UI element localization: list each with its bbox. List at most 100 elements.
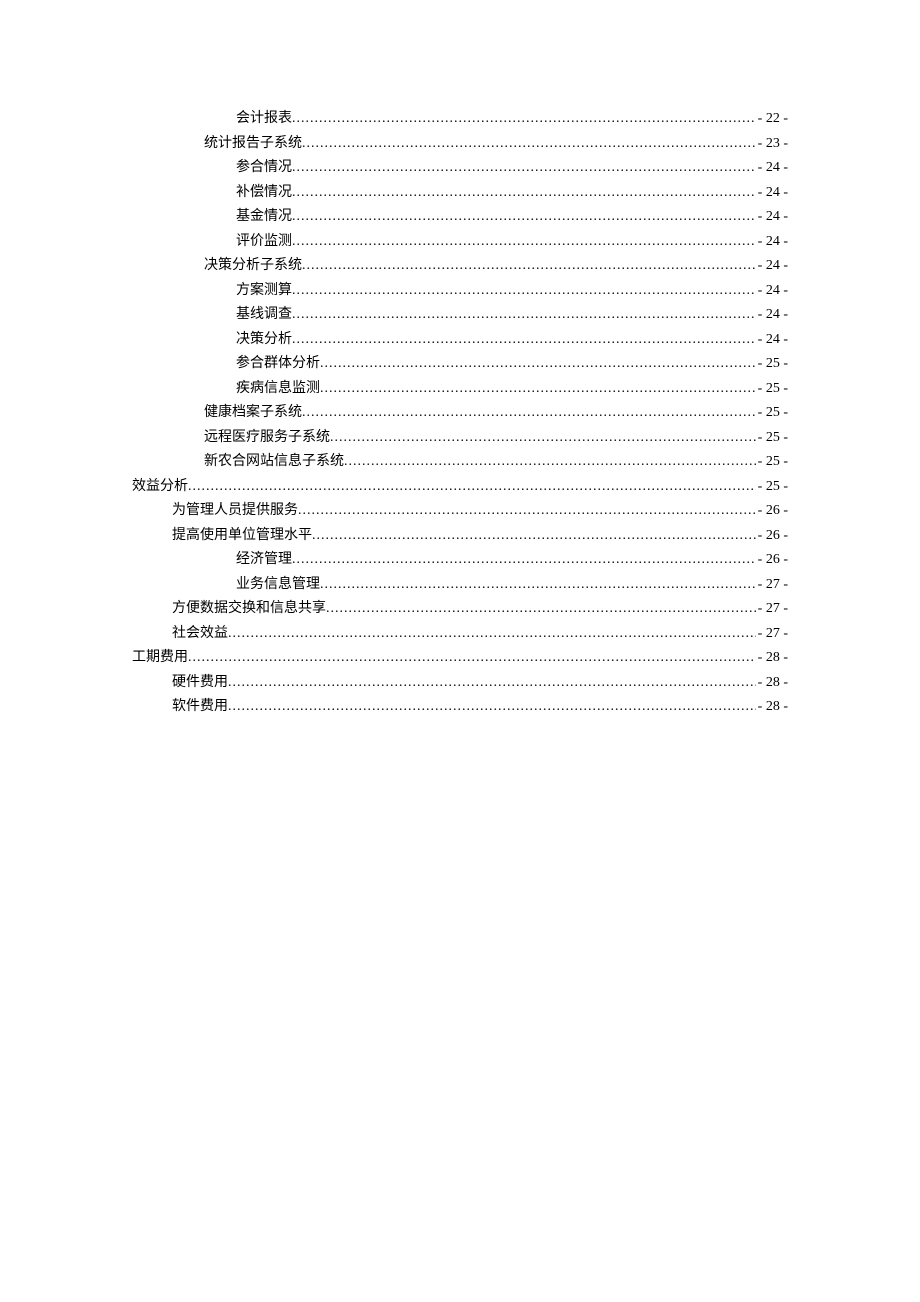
toc-leader-dots <box>188 480 756 494</box>
toc-leader-dots <box>292 210 756 224</box>
toc-entry: 健康档案子系统 - 25 - <box>132 406 788 420</box>
toc-entry: 参合群体分析 - 25 - <box>132 357 788 371</box>
toc-leader-dots <box>320 357 756 371</box>
toc-entry-page: - 27 - <box>756 578 788 592</box>
toc-entry: 工期费用 - 28 - <box>132 651 788 665</box>
toc-entry-title: 参合群体分析 <box>236 357 320 371</box>
toc-leader-dots <box>228 627 756 641</box>
toc-entry: 硬件费用 - 28 - <box>132 676 788 690</box>
toc-leader-dots <box>302 406 756 420</box>
toc-entry-title: 工期费用 <box>132 651 188 665</box>
toc-leader-dots <box>292 553 756 567</box>
toc-entry: 方便数据交换和信息共享 - 27 - <box>132 602 788 616</box>
toc-entry-title: 参合情况 <box>236 161 292 175</box>
toc-leader-dots <box>312 529 756 543</box>
toc-entry-page: - 25 - <box>756 406 788 420</box>
toc-entry-title: 效益分析 <box>132 480 188 494</box>
toc-entry-title: 软件费用 <box>172 700 228 714</box>
toc-entry: 业务信息管理 - 27 - <box>132 578 788 592</box>
toc-leader-dots <box>326 602 756 616</box>
toc-leader-dots <box>292 235 756 249</box>
toc-entry-page: - 24 - <box>756 333 788 347</box>
toc-entry-page: - 24 - <box>756 235 788 249</box>
toc-entry: 疾病信息监测 - 25 - <box>132 382 788 396</box>
toc-entry-title: 健康档案子系统 <box>204 406 302 420</box>
toc-entry-title: 评价监测 <box>236 235 292 249</box>
toc-leader-dots <box>292 333 756 347</box>
toc-entry: 基金情况 - 24 - <box>132 210 788 224</box>
toc-entry-title: 提高使用单位管理水平 <box>172 529 312 543</box>
toc-entry-page: - 22 - <box>756 112 788 126</box>
toc-entry: 提高使用单位管理水平 - 26 - <box>132 529 788 543</box>
toc-entry-title: 基线调查 <box>236 308 292 322</box>
toc-entry: 统计报告子系统 - 23 - <box>132 137 788 151</box>
toc-entry-title: 新农合网站信息子系统 <box>204 455 344 469</box>
toc-leader-dots <box>292 112 756 126</box>
toc-entry-title: 统计报告子系统 <box>204 137 302 151</box>
toc-entry-page: - 24 - <box>756 259 788 273</box>
toc-entry: 方案测算 - 24 - <box>132 284 788 298</box>
toc-entry-page: - 25 - <box>756 382 788 396</box>
toc-leader-dots <box>228 700 756 714</box>
toc-entry: 会计报表 - 22 - <box>132 112 788 126</box>
toc-entry-title: 决策分析子系统 <box>204 259 302 273</box>
toc-entry-page: - 24 - <box>756 308 788 322</box>
toc-entry-page: - 28 - <box>756 700 788 714</box>
toc-entry-title: 方案测算 <box>236 284 292 298</box>
table-of-contents: 会计报表 - 22 - 统计报告子系统 - 23 - 参合情况 - 24 - 补偿情况 - 2… <box>132 112 788 714</box>
toc-entry-page: - 25 - <box>756 357 788 371</box>
toc-entry-page: - 24 - <box>756 161 788 175</box>
toc-leader-dots <box>292 161 756 175</box>
toc-entry-page: - 27 - <box>756 602 788 616</box>
toc-entry: 为管理人员提供服务 - 26 - <box>132 504 788 518</box>
toc-entry-page: - 23 - <box>756 137 788 151</box>
toc-leader-dots <box>298 504 756 518</box>
toc-leader-dots <box>302 259 756 273</box>
toc-entry-page: - 24 - <box>756 210 788 224</box>
toc-entry: 参合情况 - 24 - <box>132 161 788 175</box>
toc-entry-title: 业务信息管理 <box>236 578 320 592</box>
toc-entry: 软件费用 - 28 - <box>132 700 788 714</box>
toc-entry-page: - 26 - <box>756 529 788 543</box>
toc-leader-dots <box>292 284 756 298</box>
toc-entry: 新农合网站信息子系统 - 25 - <box>132 455 788 469</box>
toc-leader-dots <box>292 186 756 200</box>
toc-entry-title: 经济管理 <box>236 553 292 567</box>
toc-entry-title: 为管理人员提供服务 <box>172 504 298 518</box>
document-page: 会计报表 - 22 - 统计报告子系统 - 23 - 参合情况 - 24 - 补偿情况 - 2… <box>0 0 920 714</box>
toc-entry-title: 决策分析 <box>236 333 292 347</box>
toc-entry: 效益分析 - 25 - <box>132 480 788 494</box>
toc-leader-dots <box>320 578 756 592</box>
toc-entry-title: 方便数据交换和信息共享 <box>172 602 326 616</box>
toc-entry-title: 补偿情况 <box>236 186 292 200</box>
toc-entry-title: 疾病信息监测 <box>236 382 320 396</box>
toc-leader-dots <box>188 651 756 665</box>
toc-entry-page: - 27 - <box>756 627 788 641</box>
toc-entry-page: - 28 - <box>756 651 788 665</box>
toc-entry-page: - 25 - <box>756 431 788 445</box>
toc-entry-title: 会计报表 <box>236 112 292 126</box>
toc-entry-page: - 24 - <box>756 186 788 200</box>
toc-entry-title: 硬件费用 <box>172 676 228 690</box>
toc-entry-page: - 25 - <box>756 455 788 469</box>
toc-entry-page: - 28 - <box>756 676 788 690</box>
toc-leader-dots <box>292 308 756 322</box>
toc-entry: 决策分析子系统 - 24 - <box>132 259 788 273</box>
toc-entry: 社会效益 - 27 - <box>132 627 788 641</box>
toc-entry-title: 远程医疗服务子系统 <box>204 431 330 445</box>
toc-leader-dots <box>302 137 756 151</box>
toc-leader-dots <box>344 455 756 469</box>
toc-entry-title: 社会效益 <box>172 627 228 641</box>
toc-entry: 决策分析 - 24 - <box>132 333 788 347</box>
toc-entry: 远程医疗服务子系统 - 25 - <box>132 431 788 445</box>
toc-entry-page: - 24 - <box>756 284 788 298</box>
toc-entry: 补偿情况 - 24 - <box>132 186 788 200</box>
toc-entry-title: 基金情况 <box>236 210 292 224</box>
toc-entry-page: - 26 - <box>756 504 788 518</box>
toc-leader-dots <box>320 382 756 396</box>
toc-entry: 评价监测 - 24 - <box>132 235 788 249</box>
toc-entry: 经济管理- 26 - <box>132 553 788 567</box>
toc-entry: 基线调查 - 24 - <box>132 308 788 322</box>
toc-entry-page: - 25 - <box>756 480 788 494</box>
toc-leader-dots <box>330 431 756 445</box>
